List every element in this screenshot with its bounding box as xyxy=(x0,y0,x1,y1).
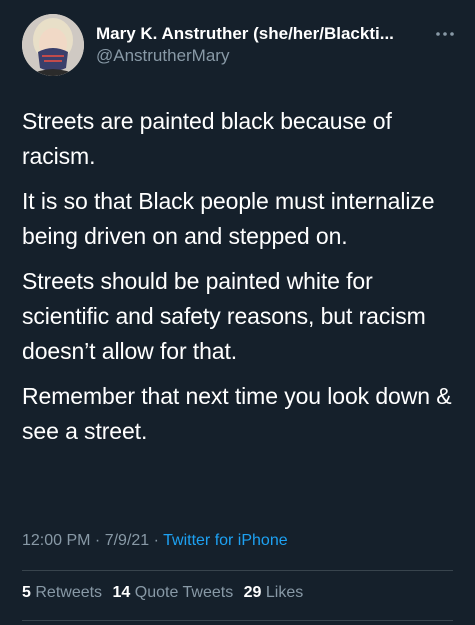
tweet-paragraph: It is so that Black people must internal… xyxy=(22,188,435,249)
tweet-text: Streets are painted black because of rac… xyxy=(22,104,462,459)
retweets-count: 5 xyxy=(22,584,31,601)
author-block[interactable]: Mary K. Anstruther (she/her/Blackti... @… xyxy=(96,23,426,67)
meta-separator: · xyxy=(149,532,164,549)
tweet-paragraph: Remember that next time you look down & … xyxy=(22,383,452,444)
author-display-name[interactable]: Mary K. Anstruther (she/her/Blackti... xyxy=(96,23,426,44)
tweet-header: Mary K. Anstruther (she/her/Blackti... @… xyxy=(22,14,457,78)
retweets-stat[interactable]: 5 Retweets xyxy=(22,584,102,601)
tweet-time[interactable]: 12:00 PM xyxy=(22,532,90,549)
tweet-meta: 12:00 PM · 7/9/21 · Twitter for iPhone xyxy=(22,532,288,550)
quote-tweets-label: Quote Tweets xyxy=(134,584,234,601)
tweet-paragraph: Streets should be painted white for scie… xyxy=(22,268,426,364)
author-handle[interactable]: @AnstrutherMary xyxy=(96,45,426,67)
engagement-stats: 5 Retweets 14 Quote Tweets 29 Likes xyxy=(22,584,309,602)
ellipsis-icon xyxy=(436,32,454,36)
avatar-image xyxy=(22,14,84,76)
divider xyxy=(22,570,453,571)
quote-tweets-count: 14 xyxy=(112,584,131,601)
tweet-paragraph: Streets are painted black because of rac… xyxy=(22,108,392,169)
tweet-source-link[interactable]: Twitter for iPhone xyxy=(163,532,288,549)
avatar[interactable] xyxy=(22,14,84,76)
likes-stat[interactable]: 29 Likes xyxy=(244,584,304,601)
likes-count: 29 xyxy=(243,584,262,601)
retweets-label: Retweets xyxy=(35,584,103,601)
divider xyxy=(22,620,453,621)
more-options-button[interactable] xyxy=(433,24,457,44)
likes-label: Likes xyxy=(265,584,304,601)
meta-separator: · xyxy=(90,532,105,549)
tweet-detail: Mary K. Anstruther (she/her/Blackti... @… xyxy=(0,0,475,625)
quote-tweets-stat[interactable]: 14 Quote Tweets xyxy=(113,584,234,601)
tweet-date[interactable]: 7/9/21 xyxy=(105,532,149,549)
